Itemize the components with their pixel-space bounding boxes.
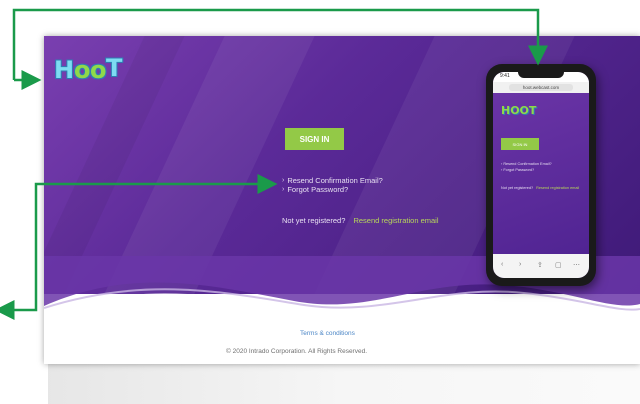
back-icon[interactable]: ‹ — [501, 261, 503, 268]
registration-row: Not yet registered? Resend registration … — [282, 216, 439, 225]
resend-registration-link[interactable]: Resend registration email — [353, 216, 438, 225]
copyright-text: © 2020 Intrado Corporation. All Rights R… — [226, 348, 368, 355]
hoot-logo[interactable]: HooT — [54, 54, 122, 86]
resend-confirmation-label: Resend Confirmation Email? — [287, 176, 383, 185]
phone-sign-in-button[interactable]: SIGN IN — [501, 138, 539, 150]
phone-resend-registration[interactable]: Resend registration email — [536, 186, 579, 190]
more-icon[interactable]: ⋯ — [573, 261, 580, 269]
chevron-right-icon: › — [282, 177, 285, 184]
tabs-icon[interactable]: ▢ — [555, 261, 562, 269]
phone-notch — [518, 70, 564, 78]
phone-url-bar[interactable]: hoot.webcast.com — [493, 82, 589, 93]
not-registered-text: Not yet registered? — [282, 216, 346, 225]
sign-in-button[interactable]: SIGN IN — [285, 128, 344, 150]
phone-browser-toolbar: ‹ › ⇪ ▢ ⋯ — [493, 254, 589, 278]
chevron-right-icon: › — [282, 186, 285, 193]
phone-registration-row: Not yet registered? Resend registration e… — [501, 186, 579, 190]
phone-url-text: hoot.webcast.com — [509, 84, 573, 91]
phone-forgot-link[interactable]: › Forgot Password? — [501, 168, 534, 172]
resend-confirmation-link[interactable]: › Resend Confirmation Email? — [282, 176, 383, 185]
forgot-password-label: Forgot Password? — [287, 185, 349, 194]
phone-hoot-logo: HOOT — [501, 104, 537, 117]
phone-not-registered: Not yet registered? — [501, 186, 534, 190]
forgot-password-link[interactable]: › Forgot Password? — [282, 185, 348, 194]
background-strip — [48, 364, 640, 404]
phone-screen: 9:41 hoot.webcast.com HOOT SIGN IN › Res… — [493, 72, 589, 278]
share-icon[interactable]: ⇪ — [537, 261, 543, 269]
phone-resend-link[interactable]: › Resend Confirmation Email? — [501, 162, 552, 166]
terms-link[interactable]: Terms & conditions — [300, 330, 355, 337]
phone-time: 9:41 — [500, 73, 510, 79]
forward-icon[interactable]: › — [519, 261, 521, 268]
